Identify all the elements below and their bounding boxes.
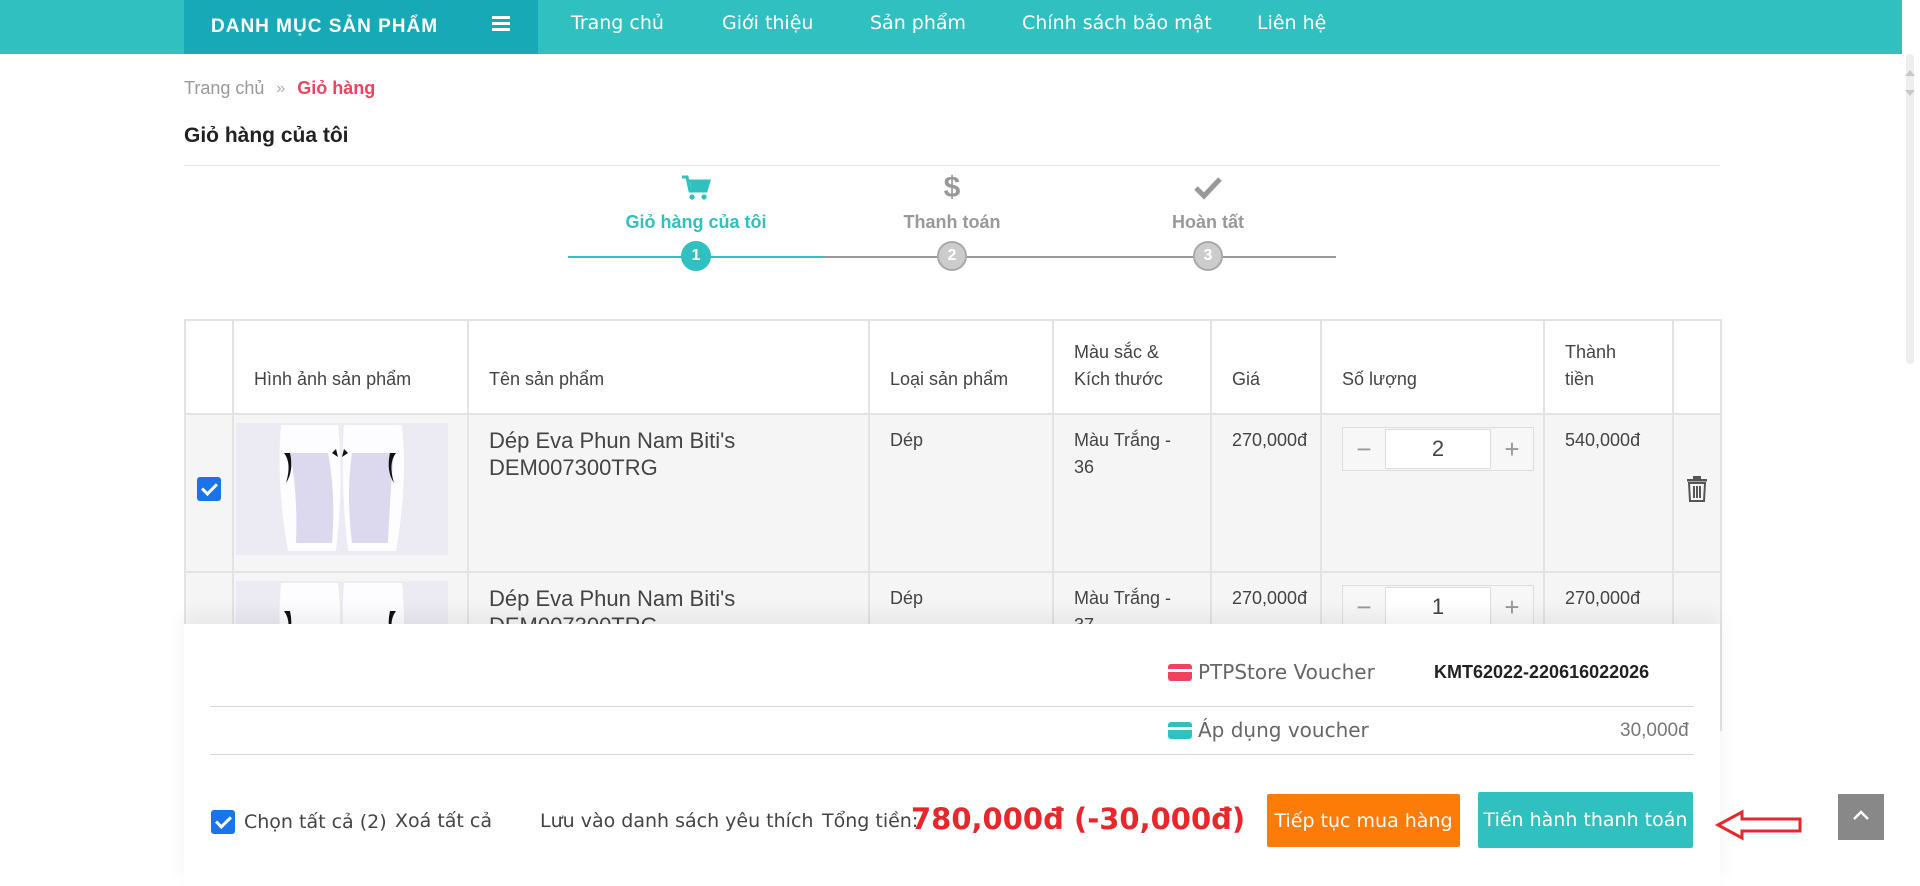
annotation-arrow-icon [1714,808,1804,847]
step-number: 2 [937,241,967,271]
apply-voucher-row[interactable]: Áp dụng voucher [1168,718,1369,742]
product-variant-line2: 36 [1074,457,1095,477]
step-label: Thanh toán [903,212,1001,232]
header-variant-line2: Kích thước [1074,369,1163,389]
cart-icon [576,170,816,206]
product-price: 270,000đ [1210,413,1322,573]
header-actions [1672,319,1722,415]
step-label: Giỏ hàng của tôi [625,212,767,232]
delete-all-link[interactable]: Xoá tất cả [395,810,492,832]
summary-divider [210,754,1694,755]
product-name-cell: Dép Eva Phun Nam Biti's DEM007300TRG [467,413,870,573]
title-divider [184,165,1720,166]
step-number: 1 [681,241,711,271]
header-total-line2: tiền [1565,369,1595,389]
product-type: Dép [868,413,1054,573]
step-payment: $ Thanh toán 2 [832,170,1072,271]
nav-item-contact[interactable]: Liên hệ [1257,0,1326,46]
continue-shopping-button[interactable]: Tiếp tục mua hàng [1267,794,1460,847]
page-scrollbar[interactable] [1902,0,1920,886]
row-select-cell [184,413,234,573]
page-title: Giỏ hàng của tôi [184,124,349,147]
product-variant-line1: Màu Trắng - [1074,430,1172,450]
step-complete: Hoàn tất 3 [1088,170,1328,271]
voucher-label: PTPStore Voucher [1198,660,1375,684]
scrollbar-thumb[interactable] [1906,54,1914,364]
catalog-label: DANH MỤC SẢN PHẨM [211,16,439,37]
table-header-row: Hình ảnh sản phẩm Tên sản phẩm Loại sản … [184,319,1722,415]
save-wishlist-link[interactable]: Lưu vào danh sách yêu thích [540,810,813,832]
table-row: Dép Eva Phun Nam Biti's DEM007300TRG Dép… [184,413,1722,573]
header-price: Giá [1210,319,1322,415]
product-variant-cell: Màu Trắng - 36 [1052,413,1212,573]
nav-item-products[interactable]: Sản phẩm [870,0,966,46]
voucher-code[interactable]: KMT62022-220616022026 [1434,662,1649,683]
product-image[interactable] [236,423,448,555]
select-all-label: Chọn tất cả (2) [244,811,387,833]
check-icon [1088,170,1328,206]
total-label: Tổng tiền: [822,810,919,832]
voucher-discount-amount: 30,000đ [1620,720,1689,741]
row-checkbox[interactable] [197,477,221,501]
product-image-cell [232,413,469,573]
header-image: Hình ảnh sản phẩm [232,319,469,415]
catalog-menu-button[interactable]: DANH MỤC SẢN PHẨM [184,0,538,54]
product-name-line1[interactable]: Dép Eva Phun Nam Biti's [489,586,735,611]
header-variant-line1: Màu sắc & [1074,342,1160,362]
step-cart: Giỏ hàng của tôi 1 [576,170,816,271]
quantity-input[interactable]: 2 [1385,429,1491,469]
total-value: 780,000đ (-30,000đ) [911,802,1246,836]
product-name-line1[interactable]: Dép Eva Phun Nam Biti's [489,428,735,453]
header-variant: Màu sắc & Kích thước [1052,319,1212,415]
header-qty: Số lượng [1320,319,1545,415]
header-total-line1: Thành [1565,342,1617,362]
nav-item-home[interactable]: Trang chủ [571,0,664,46]
header-name: Tên sản phẩm [467,319,870,415]
nav-item-about[interactable]: Giới thiệu [722,0,813,46]
plus-icon[interactable]: + [1491,428,1533,470]
breadcrumb-current: Giỏ hàng [297,78,376,98]
summary-divider [210,706,1694,707]
trash-icon[interactable] [1686,476,1708,506]
quantity-stepper: − 2 + [1342,427,1534,471]
breadcrumb: Trang chủ » Giỏ hàng [184,78,375,99]
select-all-checkbox[interactable] [211,810,235,834]
quantity-cell: − 2 + [1320,413,1545,573]
minus-icon[interactable]: − [1343,586,1385,628]
nav-item-privacy[interactable]: Chính sách bảo mật [1022,0,1212,46]
apply-voucher-label: Áp dụng voucher [1198,718,1369,742]
scroll-up-icon[interactable] [1905,70,1915,76]
row-total: 540,000đ [1543,413,1674,573]
breadcrumb-separator-icon: » [276,79,286,97]
credit-card-icon [1168,721,1192,739]
menu-icon [492,16,510,32]
quantity-input[interactable]: 1 [1385,587,1491,627]
quantity-stepper: − 1 + [1342,585,1534,629]
minus-icon[interactable]: − [1343,428,1385,470]
header-select [184,319,234,415]
credit-card-icon [1168,663,1192,681]
product-variant-line1: Màu Trắng - [1074,588,1172,608]
scroll-down-icon[interactable] [1905,90,1915,96]
plus-icon[interactable]: + [1491,586,1533,628]
checkout-button[interactable]: Tiến hành thanh toán [1478,792,1693,848]
step-number: 3 [1193,241,1223,271]
header-total: Thành tiền [1543,319,1674,415]
dollar-icon: $ [943,171,961,204]
select-all-control[interactable]: Chọn tất cả (2) [211,810,387,834]
voucher-label-row: PTPStore Voucher [1168,660,1375,684]
chevron-up-icon [1852,808,1870,826]
step-label: Hoàn tất [1172,212,1244,232]
product-name-line2[interactable]: DEM007300TRG [489,455,658,480]
header-type: Loại sản phẩm [868,319,1054,415]
row-actions-cell [1672,413,1722,573]
back-to-top-button[interactable] [1838,794,1884,840]
breadcrumb-home-link[interactable]: Trang chủ [184,78,264,99]
